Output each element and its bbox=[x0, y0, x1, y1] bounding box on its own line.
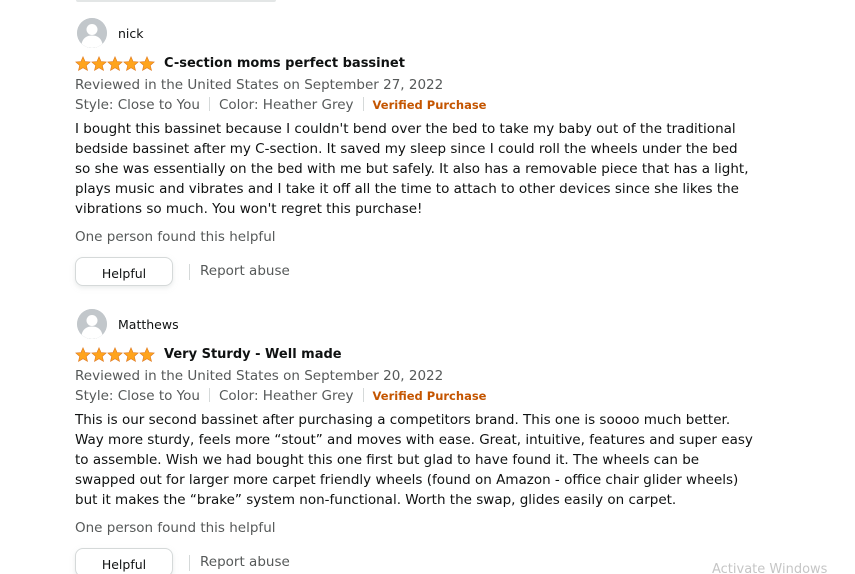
divider bbox=[362, 388, 364, 402]
divider bbox=[208, 97, 210, 111]
review-title[interactable]: C-section moms perfect bassinet bbox=[164, 56, 405, 71]
report-abuse-link[interactable]: Report abuse bbox=[200, 554, 290, 570]
helpful-count: One person found this helpful bbox=[75, 520, 276, 536]
review-body: I bought this bassinet because I couldn'… bbox=[75, 121, 749, 217]
verified-purchase-badge[interactable]: Verified Purchase bbox=[373, 389, 487, 403]
reviewer-profile[interactable]: nick bbox=[75, 18, 775, 48]
divider bbox=[208, 388, 210, 402]
reviewer-name[interactable]: nick bbox=[118, 26, 144, 41]
style-link[interactable]: Style: Close to You bbox=[75, 388, 200, 404]
verified-purchase-badge[interactable]: Verified Purchase bbox=[373, 98, 487, 112]
review-body: This is our second bassinet after purcha… bbox=[75, 412, 753, 508]
style-link[interactable]: Style: Close to You bbox=[75, 97, 200, 113]
review-variant: Style: Close to You Color: Heather Grey Ve… bbox=[75, 95, 775, 115]
helpful-count: One person found this helpful bbox=[75, 229, 276, 245]
reviews-page: nick C-section moms perfect bassinet Rev… bbox=[0, 0, 855, 574]
divider bbox=[189, 555, 190, 571]
star-rating[interactable] bbox=[75, 56, 155, 72]
avatar-icon[interactable] bbox=[77, 309, 107, 339]
review-variant: Style: Close to You Color: Heather Grey Ve… bbox=[75, 386, 775, 406]
review-date: Reviewed in the United States on Septemb… bbox=[75, 368, 444, 384]
reviewer-profile[interactable]: Matthews bbox=[75, 309, 775, 339]
divider bbox=[189, 264, 190, 280]
review-card: Matthews Very Sturdy - Well made Reviewe… bbox=[75, 309, 775, 574]
reviewer-name[interactable]: Matthews bbox=[118, 317, 179, 332]
helpful-button[interactable]: Helpful bbox=[75, 548, 173, 574]
review-actions: Helpful Report abuse bbox=[75, 257, 775, 289]
review-actions: Helpful Report abuse bbox=[75, 548, 775, 574]
divider bbox=[362, 97, 364, 111]
review-title-row: Very Sturdy - Well made bbox=[75, 346, 775, 366]
avatar-icon[interactable] bbox=[77, 18, 107, 48]
five-stars-icon bbox=[75, 347, 155, 363]
review-title[interactable]: Very Sturdy - Well made bbox=[164, 347, 342, 362]
review-card: nick C-section moms perfect bassinet Rev… bbox=[75, 18, 775, 289]
color-link[interactable]: Color: Heather Grey bbox=[219, 97, 354, 113]
activate-windows-watermark: Activate Windows bbox=[712, 562, 828, 574]
review-title-row: C-section moms perfect bassinet bbox=[75, 55, 775, 75]
previous-section-edge bbox=[76, 0, 276, 2]
review-date: Reviewed in the United States on Septemb… bbox=[75, 77, 444, 93]
color-link[interactable]: Color: Heather Grey bbox=[219, 388, 354, 404]
five-stars-icon bbox=[75, 56, 155, 72]
report-abuse-link[interactable]: Report abuse bbox=[200, 263, 290, 279]
star-rating[interactable] bbox=[75, 347, 155, 363]
helpful-button[interactable]: Helpful bbox=[75, 257, 173, 286]
